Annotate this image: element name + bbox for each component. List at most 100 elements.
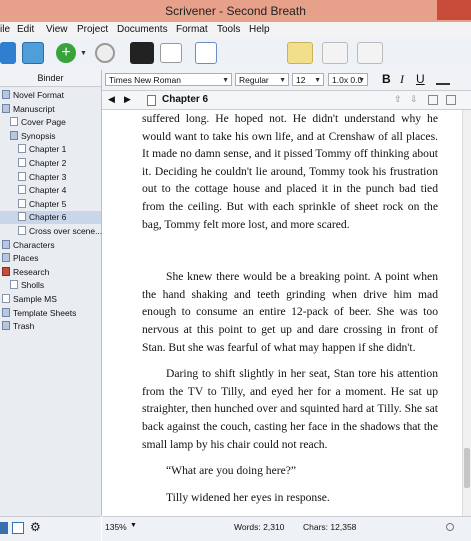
document-icon bbox=[18, 198, 26, 208]
add-icon[interactable]: + bbox=[56, 43, 76, 63]
chevron-down-icon: ▼ bbox=[314, 77, 321, 84]
menu-format[interactable]: Format bbox=[176, 24, 208, 35]
quick-reference-icon[interactable] bbox=[195, 42, 217, 64]
binder-item[interactable]: Chapter 5 bbox=[0, 198, 101, 211]
split-view-icon[interactable] bbox=[428, 95, 438, 105]
underline-button[interactable]: U bbox=[416, 72, 425, 86]
inspector-toggle-icon[interactable] bbox=[446, 95, 456, 105]
paragraph[interactable]: She knew there would be a breaking point… bbox=[142, 268, 438, 356]
document-text[interactable]: suffered long. He hoped not. He didn't u… bbox=[142, 110, 438, 516]
folder-icon bbox=[2, 307, 10, 317]
font-family-select[interactable]: Times New Roman ▼ bbox=[105, 73, 232, 86]
binder-item[interactable]: Sholls bbox=[0, 279, 101, 292]
binder-item[interactable]: Sample MS bbox=[0, 293, 101, 306]
document-icon bbox=[18, 171, 26, 181]
binder-item[interactable]: Places bbox=[0, 252, 101, 265]
menu-file[interactable]: ile bbox=[0, 24, 10, 35]
search-icon[interactable] bbox=[160, 43, 182, 63]
target-icon[interactable] bbox=[446, 523, 454, 531]
binder-item-label: Chapter 1 bbox=[29, 144, 67, 155]
binder-item-label: Cover Page bbox=[21, 117, 66, 128]
binder-item-label: Synopsis bbox=[21, 130, 56, 141]
add-dropdown-icon[interactable]: ▼ bbox=[80, 50, 88, 58]
paragraph[interactable]: “What are you doing here?” bbox=[142, 462, 438, 480]
folder-icon[interactable] bbox=[22, 42, 44, 64]
document-icon bbox=[2, 294, 10, 303]
binder-item[interactable]: Chapter 6 bbox=[0, 211, 101, 225]
binder-item-label: Characters bbox=[13, 239, 55, 250]
manuscript-icon bbox=[2, 103, 10, 113]
font-size-select[interactable]: 12 ▼ bbox=[292, 73, 324, 86]
chevron-down-icon: ▼ bbox=[279, 77, 286, 84]
binder-item-label: Manuscript bbox=[13, 103, 55, 114]
binder-item[interactable]: Novel Format bbox=[0, 89, 101, 102]
binder-item[interactable]: Cross over scene... bbox=[0, 225, 103, 238]
new-folder-icon[interactable] bbox=[12, 522, 24, 534]
close-button[interactable] bbox=[437, 0, 471, 20]
binder-item[interactable]: Chapter 2 bbox=[0, 157, 101, 170]
outliner-view-icon[interactable] bbox=[357, 42, 383, 64]
bold-button[interactable]: B bbox=[382, 72, 391, 86]
back-arrow-icon[interactable]: ◀ bbox=[108, 94, 115, 105]
menu-documents[interactable]: Documents bbox=[117, 24, 168, 35]
binder-item[interactable]: Trash bbox=[0, 320, 101, 333]
format-bar: Times New Roman ▼ Regular ▼ 12 ▼ 1.0x 0.0 ▼ … bbox=[102, 70, 471, 91]
paragraph[interactable]: suffered long. He hoped not. He didn't u… bbox=[142, 110, 438, 233]
binder-item[interactable]: Synopsis bbox=[0, 130, 101, 143]
forward-arrow-icon[interactable]: ▶ bbox=[124, 94, 131, 105]
document-icon bbox=[18, 226, 26, 235]
paragraph[interactable]: Tilly widened her eyes in response. bbox=[142, 489, 438, 507]
corkboard-view-icon[interactable] bbox=[322, 42, 348, 64]
binder-footer: ⚙ bbox=[0, 516, 101, 541]
line-spacing-select[interactable]: 1.0x 0.0 ▼ bbox=[328, 73, 368, 86]
binder-item-label: Chapter 3 bbox=[29, 171, 67, 182]
scrivenings-view-icon[interactable] bbox=[287, 42, 313, 64]
binder-item-label: Chapter 5 bbox=[29, 198, 67, 209]
editor-footer: 135% ▼ Words: 2,310 Chars: 12,358 bbox=[102, 516, 471, 541]
binder-item[interactable]: Research bbox=[0, 266, 101, 279]
binder-item-label: Template Sheets bbox=[13, 307, 77, 318]
paragraph[interactable]: Daring to shift slightly in her seat, St… bbox=[142, 365, 438, 453]
up-arrow-icon[interactable]: ⇧ bbox=[394, 94, 402, 105]
document-icon bbox=[18, 144, 26, 154]
font-style-select[interactable]: Regular ▼ bbox=[235, 73, 289, 86]
binder-item-label: Places bbox=[13, 253, 39, 264]
menu-edit[interactable]: Edit bbox=[17, 24, 34, 35]
binder-item[interactable]: Chapter 4 bbox=[0, 184, 101, 197]
binder-item-label: Sholls bbox=[21, 280, 45, 291]
menu-help[interactable]: Help bbox=[249, 24, 270, 35]
compile-icon[interactable] bbox=[130, 42, 154, 64]
binder-item[interactable]: Chapter 1 bbox=[0, 143, 101, 156]
chevron-down-icon: ▼ bbox=[222, 77, 229, 84]
zoom-select[interactable]: 135% bbox=[105, 522, 127, 532]
paragraph[interactable] bbox=[142, 233, 438, 268]
scrollbar-thumb[interactable] bbox=[464, 448, 470, 488]
document-icon bbox=[10, 117, 18, 127]
gear-icon[interactable]: ⚙ bbox=[30, 520, 41, 534]
menu-view[interactable]: View bbox=[46, 24, 68, 35]
chevron-down-icon[interactable]: ▼ bbox=[130, 522, 137, 529]
menu-project[interactable]: Project bbox=[77, 24, 108, 35]
research-icon bbox=[2, 266, 10, 276]
binder-item-label: Cross over scene... bbox=[29, 226, 103, 236]
binder-item[interactable]: Chapter 3 bbox=[0, 171, 101, 184]
document-title: Chapter 6 bbox=[162, 94, 209, 105]
toolbar: + ▼ bbox=[0, 38, 471, 71]
menu-tools[interactable]: Tools bbox=[217, 24, 240, 35]
word-count: Words: 2,310 bbox=[234, 522, 285, 532]
document-icon bbox=[18, 212, 26, 222]
binder-item-label: Chapter 2 bbox=[29, 158, 67, 168]
editor-pane[interactable]: suffered long. He hoped not. He didn't u… bbox=[102, 110, 462, 516]
editor-scrollbar[interactable] bbox=[462, 110, 471, 516]
binder-item[interactable]: Cover Page bbox=[0, 116, 101, 129]
folder-icon bbox=[2, 253, 10, 263]
add-item-icon[interactable] bbox=[0, 522, 8, 534]
down-arrow-icon[interactable]: ⇩ bbox=[410, 94, 418, 105]
alignment-icon[interactable] bbox=[436, 74, 450, 85]
italic-button[interactable]: I bbox=[400, 72, 404, 87]
binder-item[interactable]: Manuscript bbox=[0, 103, 101, 116]
binder-item[interactable]: Characters bbox=[0, 239, 101, 252]
delete-icon[interactable] bbox=[95, 43, 115, 63]
binder-item[interactable]: Template Sheets bbox=[0, 307, 101, 320]
binder-toggle-icon[interactable] bbox=[0, 42, 16, 64]
